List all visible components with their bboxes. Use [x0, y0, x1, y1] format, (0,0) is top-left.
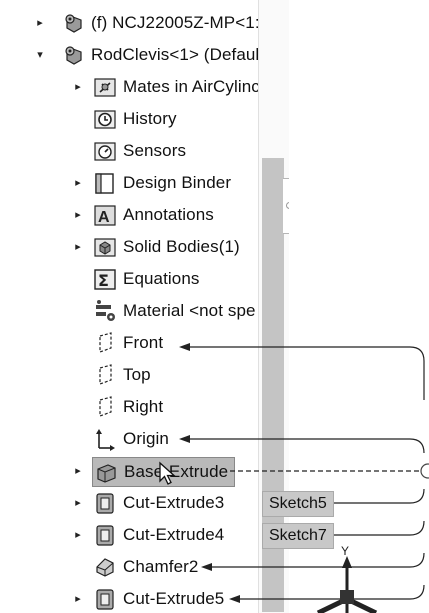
coordinate-triad-icon [316, 556, 378, 613]
triad-y-label: Y [341, 544, 349, 558]
sketch7-tag[interactable]: Sketch7 [262, 523, 334, 549]
callout-lines: Y [179, 343, 429, 613]
sketch5-tag[interactable]: Sketch5 [262, 491, 334, 517]
sketch5-tag-label: Sketch5 [269, 495, 327, 512]
sketch7-tag-label: Sketch7 [269, 527, 327, 544]
